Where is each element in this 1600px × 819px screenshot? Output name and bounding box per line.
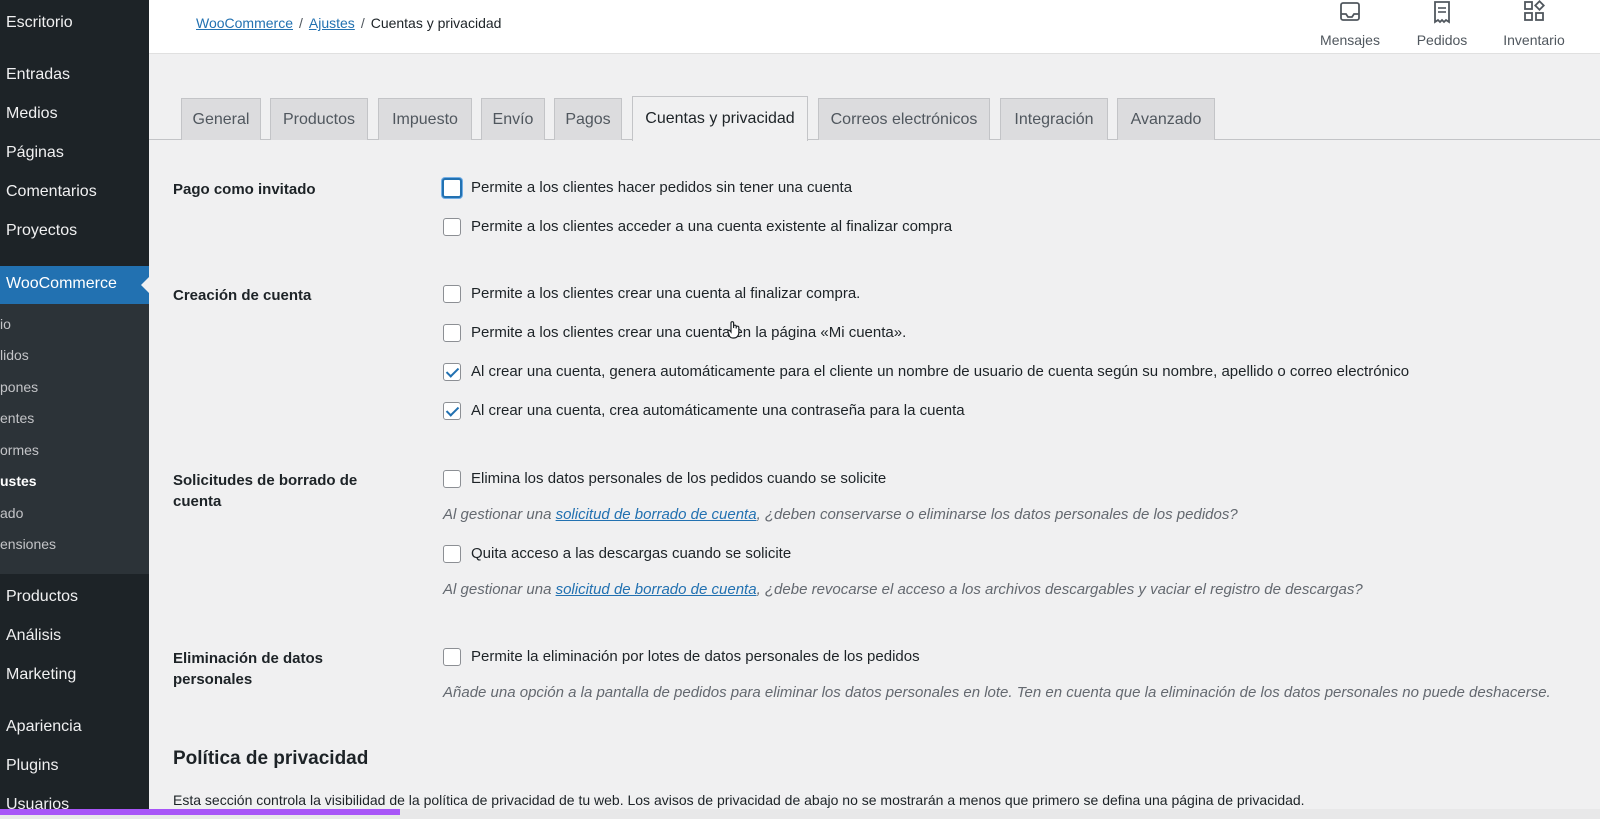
tab-cuentas-privacidad[interactable]: Cuentas y privacidad [632, 96, 808, 141]
erasure-request-link[interactable]: solicitud de borrado de cuenta [556, 581, 757, 598]
submenu-item-ajustes[interactable]: ustes [0, 473, 37, 489]
sidebar-item-paginas[interactable]: Páginas [6, 144, 64, 162]
breadcrumb-link-ajustes[interactable]: Ajustes [309, 15, 355, 31]
erasure-downloads-text: Quita acceso a las descargas cuando se s… [471, 545, 792, 562]
settings-tabs: General Productos Impuesto Envío Pagos C… [149, 96, 1600, 141]
tab-productos[interactable]: Productos [270, 98, 368, 140]
privacy-policy-description: Esta sección controla la visibilidad de … [173, 792, 1305, 808]
tab-correos[interactable]: Correos electrónicos [818, 98, 990, 140]
sidebar-item-proyectos[interactable]: Proyectos [6, 222, 77, 240]
guest-checkout-text: Permite a los clientes hacer pedidos sin… [471, 179, 853, 196]
erasure-orders-text: Elimina los datos personales de los pedi… [471, 470, 887, 487]
top-header: WooCommerce / Ajustes / Cuentas y privacidad… [149, 0, 1600, 54]
erasure-downloads-description: Al gestionar una solicitud de borrado de… [443, 581, 1363, 598]
breadcrumb-link-woocommerce[interactable]: WooCommerce [196, 15, 293, 31]
video-progress-bar [0, 809, 400, 815]
sidebar-item-medios[interactable]: Medios [6, 105, 58, 123]
sidebar-item-comentarios[interactable]: Comentarios [6, 183, 97, 201]
breadcrumb-separator: / [360, 15, 365, 31]
personal-data-removal-label: Eliminación de datos personales [173, 650, 324, 688]
signup-my-account-checkbox[interactable] [443, 324, 461, 342]
tab-pagos[interactable]: Pagos [554, 98, 622, 140]
bulk-remove-personal-data-checkbox[interactable] [443, 648, 461, 666]
desc-text: Al gestionar una [443, 581, 556, 598]
erasure-orders-checkbox[interactable] [443, 470, 461, 488]
login-at-checkout-text: Permite a los clientes acceder a una cue… [471, 218, 953, 235]
generate-password-checkbox[interactable] [443, 402, 461, 420]
hand-cursor-icon [727, 321, 740, 339]
sidebar-item-woocommerce[interactable]: WooCommerce [0, 266, 149, 304]
generate-username-checkbox[interactable] [443, 363, 461, 381]
account-creation-label: Creación de cuenta [173, 287, 312, 304]
sidebar-item-marketing[interactable]: Marketing [6, 666, 76, 684]
erasure-requests-label: Solicitudes de borrado de cuenta [173, 472, 358, 510]
generate-password-text: Al crear una cuenta, crea automáticament… [471, 402, 965, 419]
breadcrumb-current: Cuentas y privacidad [370, 15, 502, 31]
orders-icon [1434, 1, 1450, 24]
guest-checkout-label: Pago como invitado [173, 181, 316, 198]
bulk-remove-description: Añade una opción a la pantalla de pedido… [443, 684, 1551, 701]
submenu-item-extensiones[interactable]: ensiones [0, 536, 56, 552]
tab-impuesto[interactable]: Impuesto [378, 98, 472, 140]
admin-sidebar: Escritorio Entradas Medios Páginas Comen… [0, 0, 149, 819]
woocommerce-submenu: io lidos pones entes ormes ustes ado ens… [0, 304, 149, 574]
erasure-downloads-checkbox[interactable] [443, 545, 461, 563]
desc-text: Al gestionar una [443, 506, 556, 523]
messages-label: Mensajes [1320, 32, 1380, 48]
inventory-button[interactable]: Inventario [1493, 0, 1575, 48]
login-at-checkout-checkbox[interactable] [443, 218, 461, 236]
generate-username-text: Al crear una cuenta, genera automáticame… [471, 363, 1410, 380]
sidebar-item-analisis[interactable]: Análisis [6, 627, 61, 645]
sidebar-item-plugins[interactable]: Plugins [6, 757, 58, 775]
inventory-label: Inventario [1503, 32, 1565, 48]
tab-general[interactable]: General [181, 98, 261, 140]
desc-text: , ¿debe revocarse el acceso a los archiv… [756, 581, 1363, 598]
sidebar-item-entradas[interactable]: Entradas [6, 66, 70, 84]
sidebar-item-label: WooCommerce [6, 275, 117, 292]
submenu-item-cupones[interactable]: pones [0, 379, 38, 395]
signup-my-account-text: Permite a los clientes crear una cuenta … [471, 324, 907, 341]
sidebar-item-escritorio[interactable]: Escritorio [6, 14, 73, 32]
submenu-item-inicio[interactable]: io [0, 316, 11, 332]
submenu-item-pedidos[interactable]: lidos [0, 347, 29, 363]
submenu-item-clientes[interactable]: entes [0, 410, 34, 426]
desc-text: , ¿deben conservarse o eliminarse los da… [756, 506, 1238, 523]
guest-checkout-checkbox[interactable] [442, 178, 462, 198]
inbox-icon [1340, 2, 1360, 21]
breadcrumb-separator: / [299, 15, 303, 31]
erasure-orders-description: Al gestionar una solicitud de borrado de… [443, 506, 1238, 523]
signup-at-checkout-checkbox[interactable] [443, 285, 461, 303]
erasure-request-link[interactable]: solicitud de borrado de cuenta [556, 506, 757, 523]
messages-button[interactable]: Mensajes [1315, 0, 1385, 48]
orders-button[interactable]: Pedidos [1407, 0, 1477, 48]
inventory-icon [1524, 0, 1545, 21]
bulk-remove-personal-data-text: Permite la eliminación por lotes de dato… [471, 648, 920, 665]
tab-integracion[interactable]: Integración [1000, 98, 1108, 140]
signup-at-checkout-text: Permite a los clientes crear una cuenta … [471, 285, 861, 302]
orders-label: Pedidos [1416, 32, 1468, 48]
sidebar-item-productos[interactable]: Productos [6, 588, 78, 606]
breadcrumb: WooCommerce / Ajustes / Cuentas y privacidad [196, 15, 501, 31]
active-indicator-arrow [141, 277, 149, 293]
privacy-policy-heading: Política de privacidad [173, 748, 369, 769]
sidebar-item-apariencia[interactable]: Apariencia [6, 718, 82, 736]
submenu-item-informes[interactable]: ormes [0, 442, 39, 458]
tab-envio[interactable]: Envío [481, 98, 545, 140]
tab-avanzado[interactable]: Avanzado [1117, 98, 1215, 140]
submenu-item-estado[interactable]: ado [0, 505, 23, 521]
